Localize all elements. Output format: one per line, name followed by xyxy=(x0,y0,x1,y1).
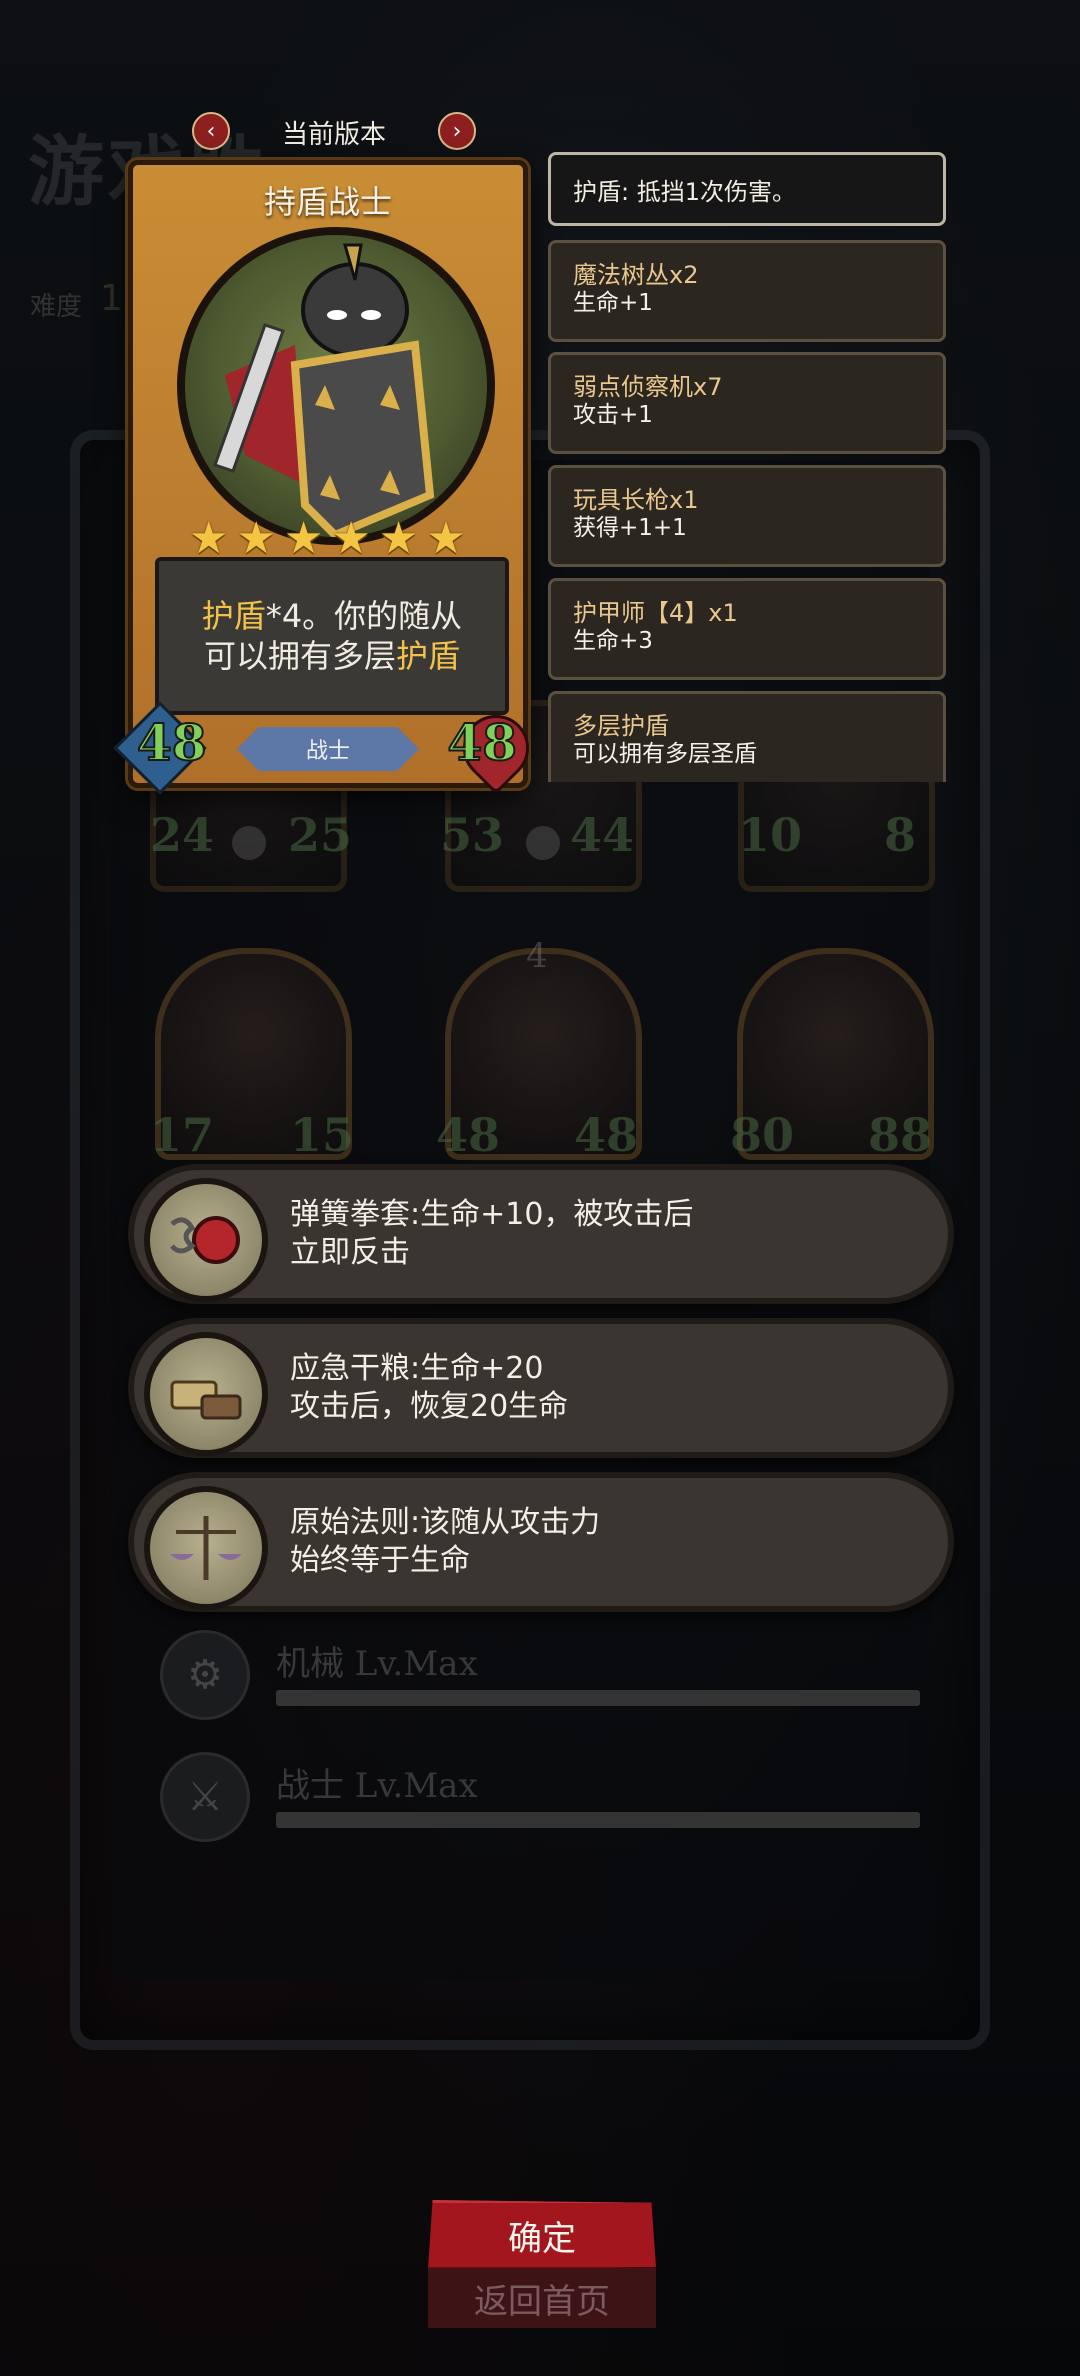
relic-line: 攻击后，恢复20生命 xyxy=(290,1389,569,1424)
effect-item: 护甲师【4】x1 生命+3 xyxy=(548,578,946,680)
effect-list[interactable]: 护盾: 抵挡1次伤害。 魔法树丛x2 生命+1 弱点侦察机x7 攻击+1 玩具长… xyxy=(548,152,954,782)
effect-title: 魔法树丛x2 xyxy=(573,261,699,289)
star-icon: ★ xyxy=(426,513,466,564)
relic-primal-law[interactable]: 原始法则:该随从攻击力 始终等于生命 xyxy=(128,1472,954,1612)
star-icon: ★ xyxy=(236,513,276,564)
effect-item: 魔法树丛x2 生命+1 xyxy=(548,240,946,342)
relic-text: 原始法则:该随从攻击力 始终等于生命 xyxy=(290,1504,600,1580)
effect-item: 玩具长枪x1 获得+1+1 xyxy=(548,465,946,567)
shield-warrior-illustration xyxy=(213,243,435,537)
relic-line: 弹簧拳套:生命+10，被攻击后 xyxy=(290,1197,694,1232)
shield-warrior-portrait xyxy=(177,227,495,545)
desc-keyword: 护盾 xyxy=(395,637,460,675)
effect-title: 弱点侦察机x7 xyxy=(573,373,723,401)
prev-version-button[interactable]: ‹ xyxy=(192,112,230,150)
version-label: 当前版本 xyxy=(282,120,387,150)
balance-scale-icon xyxy=(144,1486,268,1610)
relic-spring-glove[interactable]: 弹簧拳套:生命+10，被攻击后 立即反击 xyxy=(128,1164,954,1304)
effect-body: 攻击+1 xyxy=(573,402,653,428)
next-version-button[interactable]: › xyxy=(438,112,476,150)
effect-item: 多层护盾 可以拥有多层圣盾 xyxy=(548,691,946,782)
keyword-tooltip: 护盾: 抵挡1次伤害。 xyxy=(548,152,946,226)
star-icon: ★ xyxy=(283,513,324,564)
effect-body: 可以拥有多层圣盾 xyxy=(573,741,757,767)
desc-text: *4。你的随从 xyxy=(265,597,463,635)
relic-line: 原始法则:该随从攻击力 xyxy=(290,1505,601,1540)
star-icon: ★ xyxy=(378,513,419,564)
effect-item: 弱点侦察机x7 攻击+1 xyxy=(548,352,946,454)
card-description: 护盾*4。你的随从 可以拥有多层护盾 xyxy=(155,557,509,715)
card-name: 持盾战士 xyxy=(263,183,392,221)
effect-body: 生命+1 xyxy=(573,290,653,316)
card-description-text: 护盾*4。你的随从 可以拥有多层护盾 xyxy=(202,596,462,676)
effect-title: 玩具长枪x1 xyxy=(573,486,699,514)
desc-keyword: 护盾 xyxy=(201,597,266,635)
card-health: 48 xyxy=(446,712,518,773)
effect-title: 多层护盾 xyxy=(573,712,669,740)
effect-body: 获得+1+1 xyxy=(573,515,687,541)
card-attack: 48 xyxy=(136,712,208,773)
relic-emergency-ration[interactable]: 应急干粮:生命+20 攻击后，恢复20生命 xyxy=(128,1318,954,1458)
star-rating: ★ ★ ★ ★ ★ ★ xyxy=(189,517,466,561)
desc-text: 可以拥有多层 xyxy=(203,637,396,675)
star-icon: ★ xyxy=(331,513,371,564)
spring-glove-icon xyxy=(144,1178,268,1302)
relic-line: 始终等于生命 xyxy=(290,1543,470,1578)
hero-card: 持盾战士 ★ ★ ★ ★ ★ ★ 护盾*4。你的随从 可以拥有多层护盾 48 战… xyxy=(113,160,543,795)
card-tribe: 战士 xyxy=(237,727,419,771)
ration-icon xyxy=(144,1332,268,1456)
chevron-left-icon: ‹ xyxy=(206,118,216,144)
relic-line: 立即反击 xyxy=(290,1235,410,1270)
relic-line: 应急干粮:生命+20 xyxy=(290,1351,544,1386)
chevron-right-icon: › xyxy=(452,118,462,144)
return-home-button[interactable]: 返回首页 xyxy=(428,2268,656,2328)
effect-body: 生命+3 xyxy=(573,628,653,654)
star-icon: ★ xyxy=(189,513,229,564)
confirm-button[interactable]: 确定 xyxy=(428,2200,656,2270)
relic-text: 弹簧拳套:生命+10，被攻击后 立即反击 xyxy=(290,1196,693,1272)
relic-text: 应急干粮:生命+20 攻击后，恢复20生命 xyxy=(290,1350,568,1426)
effect-title: 护甲师【4】x1 xyxy=(573,599,738,627)
